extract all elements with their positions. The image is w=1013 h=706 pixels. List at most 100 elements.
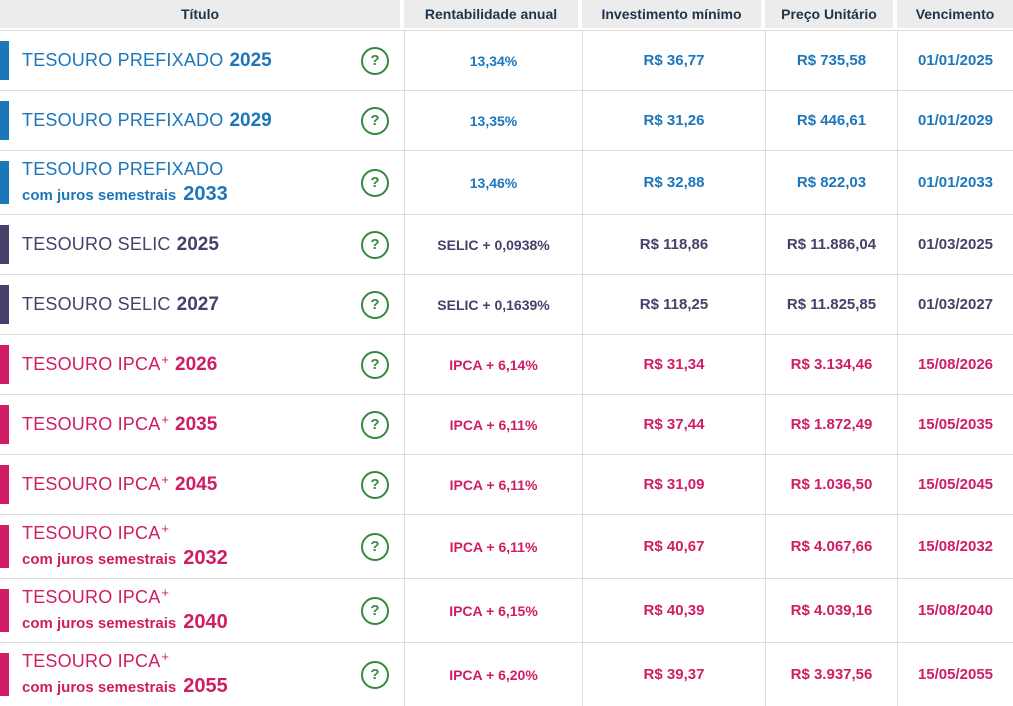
bond-subtitle-year: 2032 <box>183 547 228 569</box>
col-header-rentabilidade: Rentabilidade anual <box>404 0 582 28</box>
help-question-icon[interactable]: ? <box>361 106 389 135</box>
bond-min-investment: R$ 31,09 <box>582 455 765 514</box>
help-question-icon[interactable]: ? <box>361 350 389 379</box>
bond-title: TESOURO PREFIXADO 2025 <box>22 49 272 73</box>
bond-annual-rate: IPCA + 6,20% <box>404 643 582 706</box>
bond-row[interactable]: TESOURO IPCA+ 2035 ? IPCA + 6,11% R$ 37,4… <box>0 394 1013 454</box>
bond-unit-price: R$ 3.134,46 <box>765 335 897 394</box>
bond-min-investment: R$ 40,67 <box>582 515 765 578</box>
help-question-icon[interactable]: ? <box>361 532 389 561</box>
help-question-icon[interactable]: ? <box>361 470 389 499</box>
bond-title-line1: TESOURO IPCA+ <box>22 521 228 545</box>
bond-title-cell: TESOURO PREFIXADO com juros semestrais 20… <box>0 151 404 214</box>
bond-unit-price: R$ 446,61 <box>765 91 897 150</box>
bond-title-line2: com juros semestrais 2033 <box>22 182 228 207</box>
bond-title-line2: com juros semestrais 2040 <box>22 610 228 635</box>
bond-title: TESOURO IPCA+ 2035 <box>22 411 218 437</box>
bond-row[interactable]: TESOURO PREFIXADO 2025 ? 13,34% R$ 36,77 … <box>0 30 1013 90</box>
bond-color-bar <box>0 161 9 204</box>
bond-title-cell: TESOURO IPCA+ 2035 ? <box>0 395 404 454</box>
bond-name: TESOURO PREFIXADO <box>22 109 224 130</box>
bond-title: TESOURO IPCA+ com juros semestrais 2040 <box>22 585 228 635</box>
bond-color-bar <box>0 101 9 140</box>
bond-annual-rate: 13,46% <box>404 151 582 214</box>
bond-name: TESOURO PREFIXADO <box>22 49 224 70</box>
bond-color-bar <box>0 225 9 264</box>
bond-row[interactable]: TESOURO IPCA+ com juros semestrais 2055 ?… <box>0 642 1013 706</box>
bond-title-line1: TESOURO PREFIXADO <box>22 158 228 181</box>
bond-unit-price: R$ 11.886,04 <box>765 215 897 274</box>
bond-min-investment: R$ 31,34 <box>582 335 765 394</box>
bond-subtitle-text: com juros semestrais <box>22 551 177 568</box>
bond-row[interactable]: TESOURO SELIC 2025 ? SELIC + 0,0938% R$ 1… <box>0 214 1013 274</box>
bond-unit-price: R$ 3.937,56 <box>765 643 897 706</box>
bond-plus-superscript: + <box>161 471 170 487</box>
bond-title: TESOURO IPCA+ 2026 <box>22 352 218 377</box>
bond-year: 2025 <box>229 49 272 71</box>
bond-unit-price: R$ 4.067,66 <box>765 515 897 578</box>
bond-color-bar <box>0 525 9 568</box>
bond-title-line1: TESOURO PREFIXADO 2025 <box>22 49 272 73</box>
bond-year: 2026 <box>175 353 218 375</box>
bond-annual-rate: IPCA + 6,14% <box>404 335 582 394</box>
bond-row[interactable]: TESOURO PREFIXADO com juros semestrais 20… <box>0 150 1013 214</box>
help-question-icon[interactable]: ? <box>361 46 389 75</box>
bond-maturity-date: 01/01/2025 <box>897 31 1013 90</box>
bond-annual-rate: SELIC + 0,0938% <box>404 215 582 274</box>
bond-row[interactable]: TESOURO IPCA+ com juros semestrais 2040 ?… <box>0 578 1013 642</box>
bond-year: 2035 <box>175 413 218 435</box>
help-question-icon[interactable]: ? <box>361 410 389 439</box>
bond-title-cell: TESOURO IPCA+ com juros semestrais 2040 ? <box>0 579 404 642</box>
bond-unit-price: R$ 11.825,85 <box>765 275 897 334</box>
bond-color-bar <box>0 653 9 696</box>
bond-unit-price: R$ 4.039,16 <box>765 579 897 642</box>
help-question-icon[interactable]: ? <box>361 168 389 197</box>
bond-title-cell: TESOURO IPCA+ com juros semestrais 2055 ? <box>0 643 404 706</box>
bond-unit-price: R$ 735,58 <box>765 31 897 90</box>
bond-color-bar <box>0 345 9 384</box>
bond-name: TESOURO IPCA <box>22 587 161 607</box>
bond-plus-superscript: + <box>161 585 170 600</box>
help-question-icon[interactable]: ? <box>361 230 389 259</box>
help-question-icon[interactable]: ? <box>361 290 389 319</box>
bond-plus-superscript: + <box>161 411 170 427</box>
bond-min-investment: R$ 37,44 <box>582 395 765 454</box>
bond-maturity-date: 15/08/2032 <box>897 515 1013 578</box>
bond-row[interactable]: TESOURO IPCA+ 2026 ? IPCA + 6,14% R$ 31,3… <box>0 334 1013 394</box>
bond-annual-rate: IPCA + 6,11% <box>404 455 582 514</box>
bond-title-line1: TESOURO IPCA+ <box>22 585 228 609</box>
bond-row[interactable]: TESOURO IPCA+ com juros semestrais 2032 ?… <box>0 514 1013 578</box>
bond-title: TESOURO IPCA+ com juros semestrais 2055 <box>22 649 228 699</box>
table-body: TESOURO PREFIXADO 2025 ? 13,34% R$ 36,77 … <box>0 30 1013 706</box>
bond-annual-rate: 13,35% <box>404 91 582 150</box>
bond-row[interactable]: TESOURO IPCA+ 2045 ? IPCA + 6,11% R$ 31,0… <box>0 454 1013 514</box>
col-header-investimento-minimo: Investimento mínimo <box>582 0 765 28</box>
bond-row[interactable]: TESOURO SELIC 2027 ? SELIC + 0,1639% R$ 1… <box>0 274 1013 334</box>
bond-year: 2027 <box>176 293 219 315</box>
bond-row[interactable]: TESOURO PREFIXADO 2029 ? 13,35% R$ 31,26 … <box>0 90 1013 150</box>
bond-title-line1: TESOURO IPCA+ <box>22 649 228 673</box>
bond-title-cell: TESOURO SELIC 2025 ? <box>0 215 404 274</box>
bond-year: 2045 <box>175 473 218 495</box>
bond-title: TESOURO IPCA+ com juros semestrais 2032 <box>22 521 228 571</box>
bond-min-investment: R$ 36,77 <box>582 31 765 90</box>
bond-maturity-date: 15/05/2035 <box>897 395 1013 454</box>
bond-min-investment: R$ 32,88 <box>582 151 765 214</box>
bond-title: TESOURO SELIC 2025 <box>22 233 219 257</box>
bond-annual-rate: SELIC + 0,1639% <box>404 275 582 334</box>
bond-name: TESOURO IPCA <box>22 353 161 374</box>
bond-year: 2029 <box>229 109 272 131</box>
bond-annual-rate: IPCA + 6,11% <box>404 395 582 454</box>
bond-subtitle-year: 2040 <box>183 611 228 633</box>
bond-title-cell: TESOURO IPCA+ 2026 ? <box>0 335 404 394</box>
col-header-vencimento: Vencimento <box>897 0 1013 28</box>
bond-title: TESOURO IPCA+ 2045 <box>22 471 218 497</box>
help-question-icon[interactable]: ? <box>361 660 389 689</box>
help-question-icon[interactable]: ? <box>361 596 389 625</box>
bond-maturity-date: 01/01/2029 <box>897 91 1013 150</box>
bond-table: Título Rentabilidade anual Investimento … <box>0 0 1013 706</box>
bond-annual-rate: 13,34% <box>404 31 582 90</box>
bond-subtitle-year: 2055 <box>183 675 228 697</box>
bond-title: TESOURO SELIC 2027 <box>22 293 219 317</box>
bond-title-line1: TESOURO IPCA+ 2035 <box>22 411 218 437</box>
